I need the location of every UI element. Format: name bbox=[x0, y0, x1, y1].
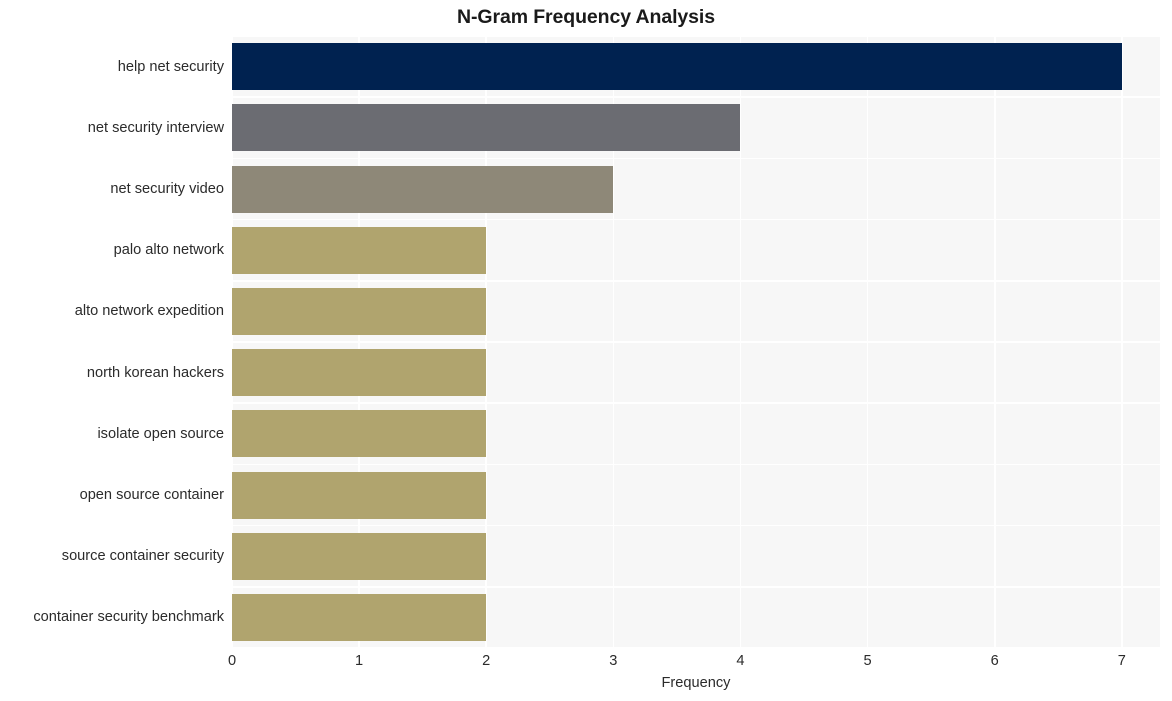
gridline-horizontal bbox=[232, 341, 1160, 343]
bar[interactable] bbox=[232, 43, 1122, 91]
gridline-horizontal bbox=[232, 586, 1160, 588]
x-axis-tick-label: 2 bbox=[482, 653, 491, 669]
bar[interactable] bbox=[232, 471, 487, 519]
gridline-horizontal bbox=[232, 647, 1160, 648]
y-axis-tick-label: open source container bbox=[79, 487, 224, 503]
y-axis-tick-label: net security video bbox=[110, 181, 224, 197]
bar[interactable] bbox=[232, 532, 487, 580]
gridline-horizontal bbox=[232, 463, 1160, 466]
bar[interactable] bbox=[232, 349, 487, 397]
bar[interactable] bbox=[232, 593, 487, 641]
gridline-horizontal bbox=[232, 96, 1160, 98]
gridline-horizontal bbox=[232, 280, 1160, 282]
y-axis-tick-label: container security benchmark bbox=[33, 609, 224, 626]
x-axis-tick-label: 3 bbox=[609, 653, 618, 669]
gridline-horizontal bbox=[232, 157, 1160, 160]
gridline-horizontal bbox=[232, 524, 1160, 527]
x-axis-tick-label: 5 bbox=[863, 653, 872, 669]
bar[interactable] bbox=[232, 104, 741, 152]
x-axis-tick-label: 4 bbox=[736, 653, 745, 669]
gridline-horizontal bbox=[232, 402, 1160, 404]
x-axis-label: Frequency bbox=[661, 675, 731, 691]
gridline-horizontal bbox=[232, 36, 1160, 37]
x-axis-tick-label: 7 bbox=[1117, 653, 1126, 669]
y-axis-tick-label: palo alto network bbox=[113, 242, 224, 259]
plot-area bbox=[232, 36, 1160, 648]
y-axis-tick-label: help net security bbox=[117, 58, 224, 75]
y-axis-tick-label: north korean hackers bbox=[86, 364, 224, 381]
y-axis-tick-label: isolate open source bbox=[97, 425, 224, 442]
x-axis-tick-label: 6 bbox=[990, 653, 999, 669]
x-axis-tick-label: 1 bbox=[355, 653, 364, 669]
bar[interactable] bbox=[232, 410, 487, 458]
bar[interactable] bbox=[232, 226, 487, 274]
gridline-horizontal bbox=[232, 218, 1160, 221]
bar[interactable] bbox=[232, 287, 487, 335]
chart-figure: N-Gram Frequency Analysis help net secur… bbox=[0, 0, 1172, 701]
x-axis-tick-label: 0 bbox=[227, 653, 237, 669]
y-axis-tick-label: alto network expedition bbox=[74, 303, 224, 320]
y-axis-tick-label: source container security bbox=[61, 548, 224, 565]
chart-title: N-Gram Frequency Analysis bbox=[457, 6, 715, 28]
y-axis-tick-label: net security interview bbox=[87, 119, 224, 136]
bar[interactable] bbox=[232, 165, 614, 213]
